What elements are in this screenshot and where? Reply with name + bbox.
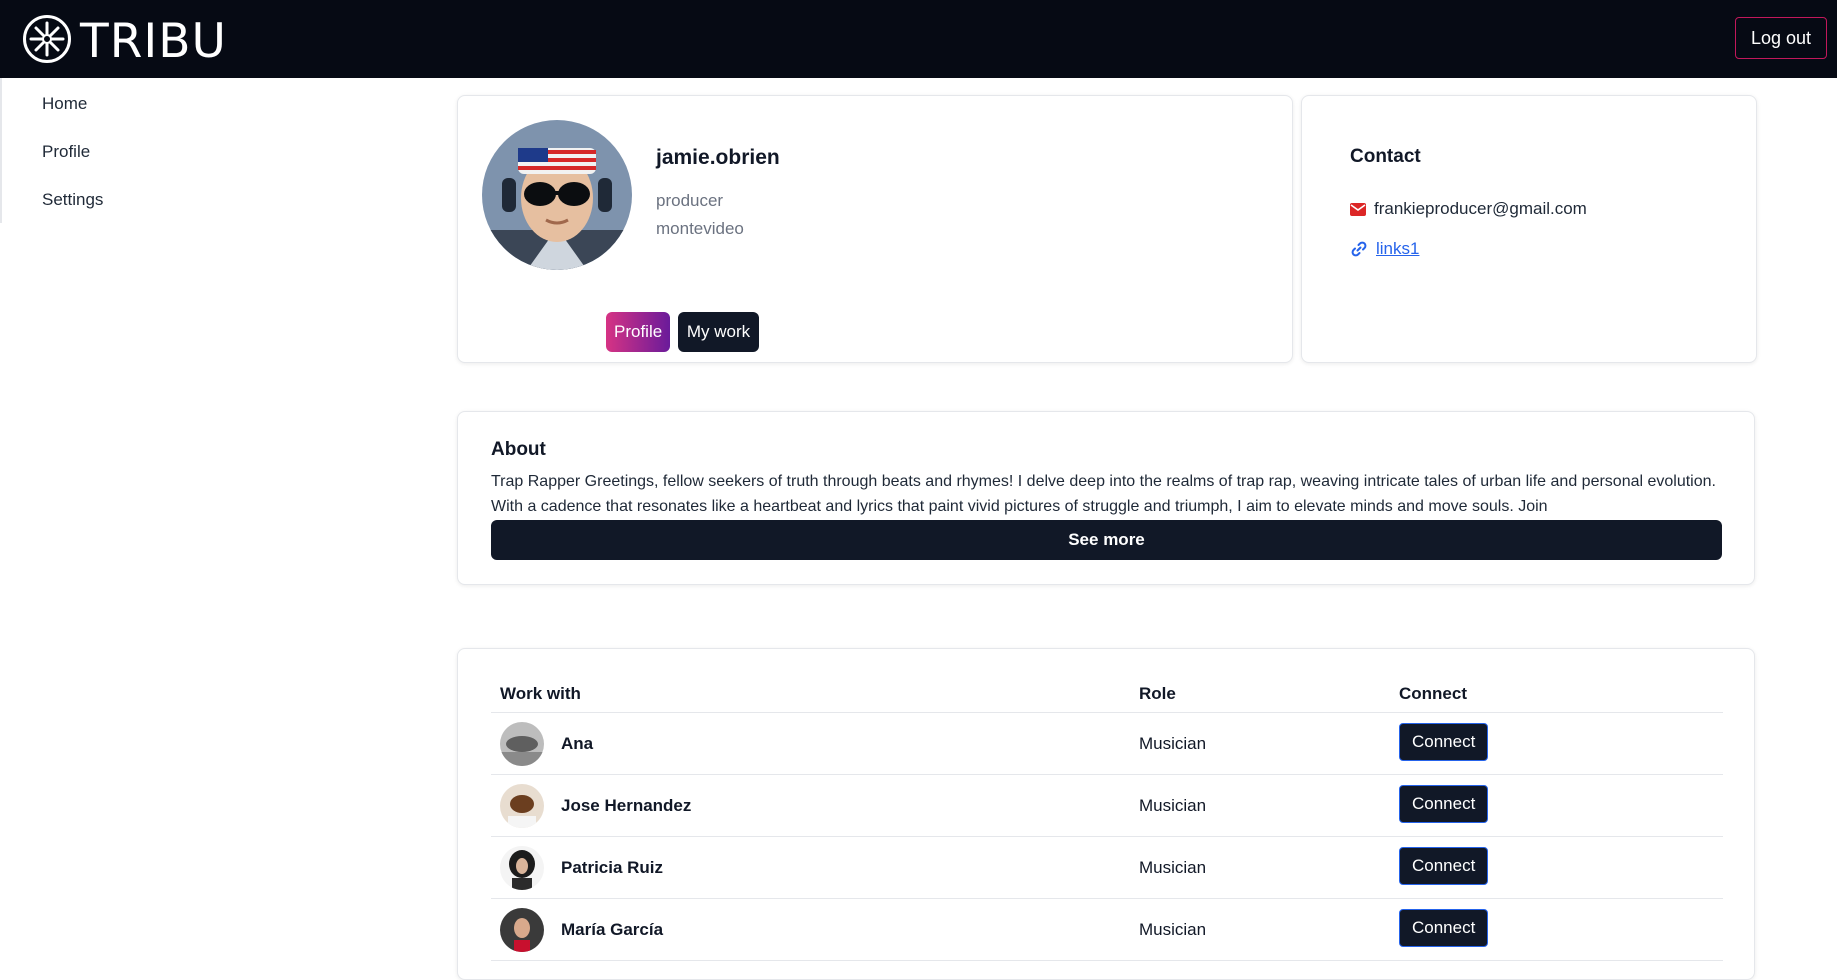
logo[interactable]: TRIBU: [22, 14, 227, 69]
table-row: Jose Hernandez Musician Connect: [491, 774, 1723, 837]
person-role: Musician: [1130, 712, 1390, 775]
connect-button[interactable]: Connect: [1399, 908, 1489, 947]
about-card: About Trap Rapper Greetings, fellow seek…: [457, 411, 1755, 585]
person-cell: María García: [500, 907, 1121, 952]
about-title: About: [491, 439, 546, 460]
table-header-row: Work with Role Connect: [491, 676, 1723, 713]
contact-link[interactable]: links1: [1376, 239, 1419, 259]
profile-role: producer: [656, 191, 724, 210]
top-navbar: TRIBU Log out: [0, 0, 1837, 78]
person-name[interactable]: Jose Hernandez: [561, 796, 691, 816]
tab-my-work[interactable]: My work: [678, 312, 759, 352]
person-role: Musician: [1130, 774, 1390, 837]
logo-icon: [22, 14, 72, 69]
link-chain-icon: [1350, 240, 1368, 258]
header-work-with: Work with: [491, 676, 1130, 713]
profile-avatar: [482, 120, 632, 270]
connect-button[interactable]: Connect: [1399, 784, 1489, 823]
logout-button[interactable]: Log out: [1734, 17, 1827, 59]
avatar: [500, 783, 544, 828]
work-with-card: Work with Role Connect Ana Musician Conn…: [457, 648, 1755, 980]
sidebar: Home Profile Settings: [0, 78, 382, 223]
connect-button[interactable]: Connect: [1399, 846, 1489, 885]
sidebar-item-settings[interactable]: Settings: [42, 190, 103, 210]
person-role: Musician: [1130, 836, 1390, 899]
profile-username: jamie.obrien: [656, 146, 780, 169]
person-name[interactable]: Patricia Ruiz: [561, 858, 663, 878]
contact-title: Contact: [1350, 146, 1421, 167]
table-row: Patricia Ruiz Musician Connect: [491, 836, 1723, 899]
table-row: Ana Musician Connect: [491, 712, 1723, 775]
envelope-icon: [1350, 202, 1366, 216]
logo-text: TRIBU: [80, 13, 227, 69]
sidebar-item-profile[interactable]: Profile: [42, 142, 90, 162]
header-role: Role: [1130, 676, 1390, 713]
person-name[interactable]: Ana: [561, 734, 593, 754]
contact-email-row: frankieproducer@gmail.com: [1350, 199, 1587, 219]
about-text: Trap Rapper Greetings, fellow seekers of…: [491, 473, 1716, 515]
avatar: [500, 907, 544, 952]
profile-card: jamie.obrien producer montevideo Profile…: [457, 95, 1293, 363]
tab-profile[interactable]: Profile: [606, 312, 670, 352]
contact-link-row: links1: [1350, 239, 1419, 259]
sidebar-item-home[interactable]: Home: [42, 94, 87, 114]
person-role: Musician: [1130, 898, 1390, 961]
connect-button[interactable]: Connect: [1399, 722, 1489, 761]
person-cell: Ana: [500, 721, 1121, 766]
person-cell: Patricia Ruiz: [500, 845, 1121, 890]
person-cell: Jose Hernandez: [500, 783, 1121, 828]
person-name[interactable]: María García: [561, 920, 663, 940]
avatar: [500, 721, 544, 766]
avatar: [500, 845, 544, 890]
contact-card: Contact frankieproducer@gmail.com links1: [1301, 95, 1757, 363]
profile-city: montevideo: [656, 219, 744, 238]
table-row: María García Musician Connect: [491, 898, 1723, 961]
contact-email[interactable]: frankieproducer@gmail.com: [1374, 199, 1587, 219]
work-with-table: Work with Role Connect Ana Musician Conn…: [491, 676, 1723, 961]
see-more-button[interactable]: See more: [491, 520, 1722, 560]
header-connect: Connect: [1390, 676, 1723, 713]
